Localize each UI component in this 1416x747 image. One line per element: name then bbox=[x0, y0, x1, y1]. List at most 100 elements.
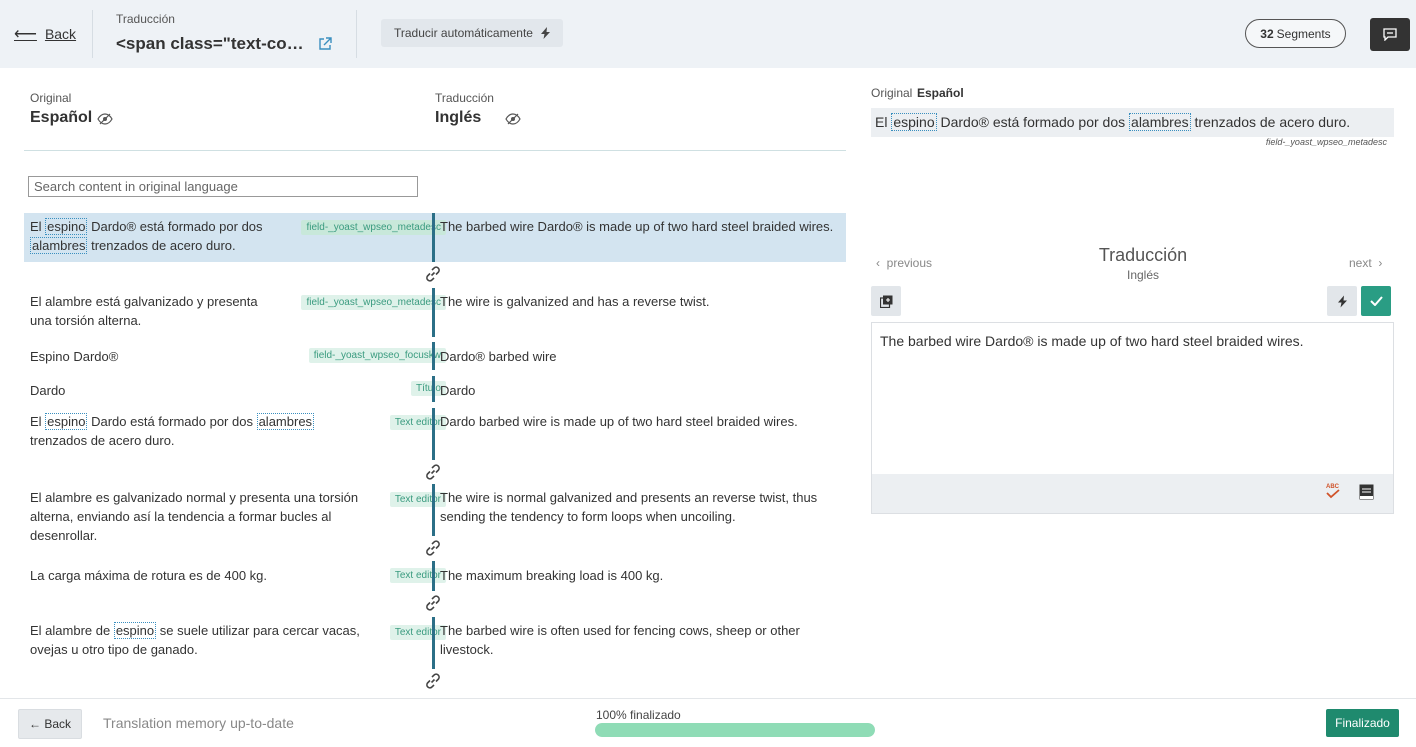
translation-language: Inglés bbox=[435, 109, 482, 126]
segment-row[interactable]: El alambre está galvanizado y presenta u… bbox=[24, 288, 846, 337]
translation-heading: Traducción bbox=[1098, 245, 1188, 265]
comments-button[interactable] bbox=[1370, 18, 1410, 51]
page-title: <span class="text-copy">Espino Dardo</sp… bbox=[116, 34, 310, 53]
original-text: El espino Dardo® está formado por dos al… bbox=[871, 108, 1394, 137]
text-fragment: Dardo está formado por dos bbox=[87, 414, 257, 429]
next-label: next bbox=[1349, 256, 1372, 270]
glossary-term[interactable]: alambres bbox=[30, 237, 88, 254]
segment-field-tag: Text editor bbox=[389, 492, 446, 507]
arrow-left-icon: ⟵ bbox=[14, 26, 37, 43]
translation-textarea[interactable]: The barbed wire Dardo® is made up of two… bbox=[872, 323, 1393, 473]
segment-divider bbox=[432, 288, 435, 337]
segment-target[interactable]: The wire is galvanized and has a reverse… bbox=[440, 292, 840, 311]
segment-row[interactable]: El alambre de espino se suele utilizar p… bbox=[24, 617, 846, 669]
finalize-button[interactable]: Finalizado bbox=[1326, 709, 1399, 737]
segment-row[interactable]: Espino Dardo® field-_yoast_wpseo_focuskw D… bbox=[24, 342, 846, 370]
segment-field-tag: field-_yoast_wpseo_metadesc bbox=[301, 295, 446, 310]
progress-bar-fill bbox=[595, 723, 875, 737]
machine-translate-button[interactable] bbox=[1327, 286, 1357, 316]
translation-label: Traducción bbox=[435, 91, 494, 105]
chevron-right-icon: › bbox=[1378, 256, 1383, 270]
segments-label: Segments bbox=[1276, 26, 1331, 41]
segment-field-tag: Text editor bbox=[389, 625, 446, 640]
glossary-term[interactable]: espino bbox=[45, 218, 88, 235]
glossary-term[interactable]: espino bbox=[113, 622, 157, 639]
segment-divider bbox=[432, 342, 435, 370]
text-fragment: Dardo® está formado por dos bbox=[87, 219, 263, 234]
link-icon[interactable] bbox=[423, 593, 443, 613]
check-icon bbox=[1369, 296, 1383, 306]
segment-source: El alambre está galvanizado y presenta u… bbox=[30, 294, 258, 328]
segment-target[interactable]: The barbed wire is often used for fencin… bbox=[440, 621, 840, 659]
segment-source: El espino Dardo® está formado por dos al… bbox=[30, 217, 280, 255]
previous-button[interactable]: ‹ previous bbox=[876, 256, 932, 270]
original-language: Español bbox=[917, 86, 964, 100]
next-button[interactable]: next › bbox=[1349, 256, 1382, 270]
segment-field-tag: field-_yoast_wpseo_metadesc bbox=[301, 220, 446, 235]
dictionary-icon[interactable] bbox=[1359, 484, 1374, 505]
search-input[interactable] bbox=[28, 176, 418, 197]
copy-original-button[interactable] bbox=[871, 286, 901, 316]
external-link-icon[interactable] bbox=[318, 37, 332, 56]
glossary-term[interactable]: alambres bbox=[256, 413, 315, 430]
segment-field-tag: Text editor bbox=[389, 568, 446, 583]
text-fragment: trenzados de acero duro. bbox=[87, 238, 236, 253]
segment-target[interactable]: The maximum breaking load is 400 kg. bbox=[440, 566, 840, 585]
segment-source: Dardo bbox=[30, 383, 66, 398]
segment-divider bbox=[432, 484, 435, 536]
text-fragment: El alambre de bbox=[30, 623, 114, 638]
segment-divider bbox=[432, 561, 435, 591]
segment-row[interactable]: El espino Dardo está formado por dos ala… bbox=[24, 408, 846, 460]
original-language: Español bbox=[30, 109, 93, 126]
segment-target[interactable]: Dardo® barbed wire bbox=[440, 347, 840, 366]
segment-row[interactable]: Dardo Título Dardo bbox=[24, 376, 846, 402]
segments-count-badge[interactable]: 32 Segments bbox=[1245, 19, 1346, 48]
footer-back-button[interactable]: ← Back bbox=[18, 709, 82, 739]
original-label: Original bbox=[30, 91, 72, 105]
auto-translate-button[interactable]: Traducir automáticamente bbox=[381, 19, 563, 47]
auto-translate-label: Traducir automáticamente bbox=[394, 26, 533, 40]
segment-source: La carga máxima de rotura es de 400 kg. bbox=[30, 568, 268, 583]
segment-source: Espino Dardo® bbox=[30, 349, 119, 364]
segment-divider bbox=[432, 213, 435, 262]
progress-bar bbox=[595, 723, 875, 737]
comment-icon bbox=[1383, 28, 1397, 41]
glossary-term[interactable]: espino bbox=[45, 413, 88, 430]
translation-editor: The barbed wire Dardo® is made up of two… bbox=[871, 322, 1394, 514]
glossary-term[interactable]: espino bbox=[891, 113, 937, 131]
divider bbox=[92, 10, 93, 58]
glossary-term[interactable]: alambres bbox=[1129, 113, 1191, 131]
copy-icon bbox=[879, 295, 892, 308]
translation-language: Inglés bbox=[1126, 268, 1160, 282]
segment-source: El alambre de espino se suele utilizar p… bbox=[30, 621, 370, 659]
segment-divider bbox=[432, 408, 435, 460]
eye-slash-icon[interactable] bbox=[97, 112, 113, 130]
segment-row[interactable]: La carga máxima de rotura es de 400 kg. T… bbox=[24, 561, 846, 591]
segment-source: El alambre es galvanizado normal y prese… bbox=[30, 490, 359, 543]
text-fragment: Dardo® está formado por dos bbox=[936, 114, 1130, 130]
bolt-icon bbox=[1337, 295, 1347, 307]
segment-divider bbox=[432, 617, 435, 669]
editor-toolbar: ABC bbox=[872, 474, 1393, 513]
text-fragment: El bbox=[30, 414, 46, 429]
link-icon[interactable] bbox=[423, 462, 443, 482]
segment-target[interactable]: The wire is normal galvanized and presen… bbox=[440, 488, 840, 526]
eye-slash-icon[interactable] bbox=[505, 112, 521, 130]
segment-row[interactable]: El alambre es galvanizado normal y prese… bbox=[24, 484, 846, 543]
segment-target[interactable]: The barbed wire Dardo® is made up of two… bbox=[440, 217, 840, 236]
footer-bar: ← Back Translation memory up-to-date 100… bbox=[0, 698, 1416, 747]
confirm-translation-button[interactable] bbox=[1361, 286, 1391, 316]
segment-target[interactable]: Dardo barbed wire is made up of two hard… bbox=[440, 412, 840, 431]
segment-field-tag: Text editor bbox=[389, 415, 446, 430]
back-link[interactable]: ⟵ Back bbox=[14, 24, 76, 44]
page-subtitle: Traducción bbox=[116, 12, 175, 26]
link-icon[interactable] bbox=[423, 538, 443, 558]
field-name: field-_yoast_wpseo_metadesc bbox=[1265, 137, 1387, 147]
link-icon[interactable] bbox=[423, 264, 443, 284]
divider bbox=[24, 150, 846, 151]
segment-row[interactable]: El espino Dardo® está formado por dos al… bbox=[24, 213, 846, 262]
segment-target[interactable]: Dardo bbox=[440, 381, 840, 400]
spellcheck-icon[interactable]: ABC bbox=[1325, 482, 1341, 505]
progress-label: 100% finalizado bbox=[596, 708, 681, 722]
link-icon[interactable] bbox=[423, 671, 443, 691]
